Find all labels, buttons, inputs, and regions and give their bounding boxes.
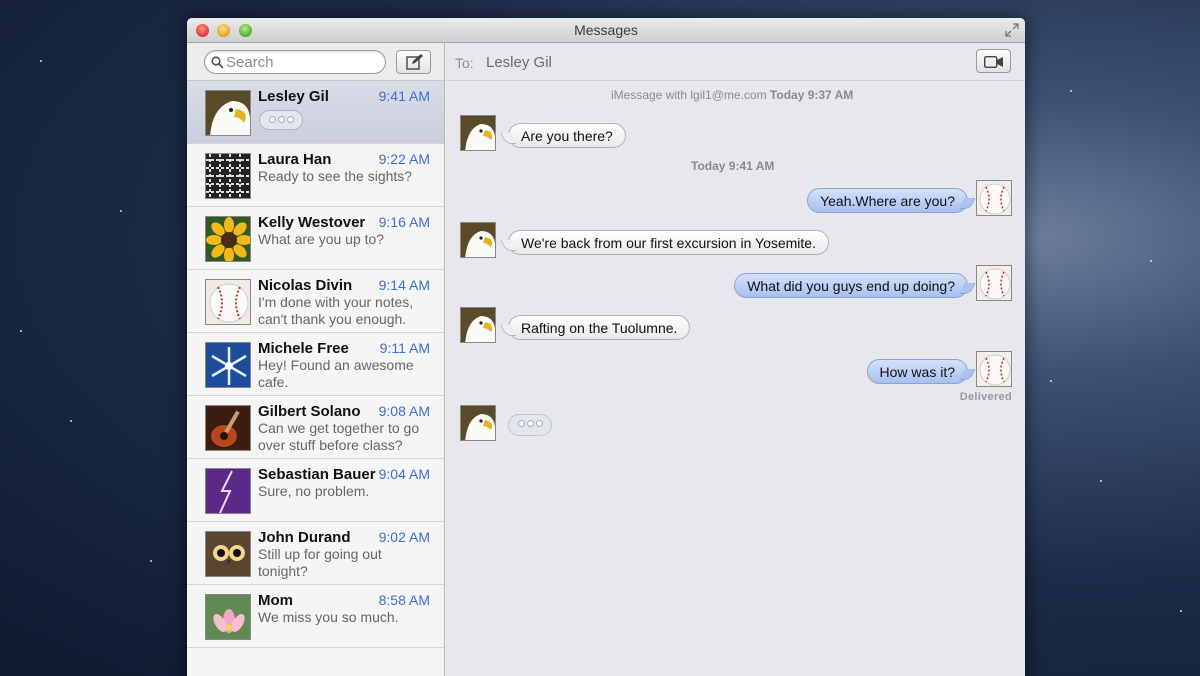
delivered-status: Delivered <box>959 391 1012 403</box>
message-preview: I'm done with your notes, can't thank yo… <box>258 294 414 327</box>
contact-name: Lesley Gil <box>258 88 329 105</box>
minimize-window-button[interactable] <box>217 24 230 37</box>
contact-avatar <box>460 115 496 151</box>
close-window-button[interactable] <box>196 24 209 37</box>
contact-name: Gilbert Solano <box>258 403 361 420</box>
message-time: 9:41 AM <box>378 88 430 104</box>
baseball-avatar <box>205 279 251 325</box>
incoming-message-bubble[interactable]: We're back from our first excursion in Y… <box>508 230 829 255</box>
lotus-avatar <box>205 594 251 640</box>
contact-name: Mom <box>258 592 293 609</box>
video-camera-icon <box>984 56 1003 68</box>
message-timestamp: Today 9:41 AM <box>691 159 775 173</box>
conversation-item[interactable]: Gilbert Solano 9:08 AM Can we get together… <box>187 396 444 459</box>
compose-icon <box>406 54 423 70</box>
message-preview: Ready to see the sights? <box>258 168 413 184</box>
search-field[interactable] <box>204 50 386 74</box>
owl-avatar <box>205 531 251 577</box>
message-time: 9:16 AM <box>378 214 430 230</box>
zoom-window-button[interactable] <box>239 24 252 37</box>
message-time: 9:04 AM <box>378 466 430 482</box>
sidebar-toolbar <box>187 43 444 81</box>
message-preview: Hey! Found an awesome cafe. <box>258 357 414 390</box>
conversation-item[interactable]: Lesley Gil 9:41 AM <box>187 81 444 144</box>
conversation-sidebar: Lesley Gil 9:41 AM Laura Han 9:22 AMReady t… <box>187 43 445 676</box>
my-avatar <box>976 265 1012 301</box>
message-preview: What are you up to? <box>258 231 385 247</box>
conversation-item[interactable]: John Durand 9:02 AM Still up for going out… <box>187 522 444 585</box>
message-preview: Can we get together to go over stuff bef… <box>258 420 420 453</box>
sunflower-avatar <box>205 216 251 262</box>
lightning-avatar <box>205 468 251 514</box>
message-preview: Sure, no problem. <box>258 483 370 499</box>
conversation-header: iMessage with lgil1@me.com Today 9:37 AM <box>611 88 853 102</box>
contact-avatar <box>460 222 496 258</box>
conversation-item[interactable]: Mom 8:58 AM We miss you so much. <box>187 585 444 648</box>
incoming-message-bubble[interactable]: Rafting on the Tuolumne. <box>508 315 691 340</box>
typing-indicator <box>259 110 303 130</box>
conversation-list: Lesley Gil 9:41 AM Laura Han 9:22 AM Ready t… <box>187 81 444 648</box>
title-bar[interactable]: Messages <box>187 18 1025 43</box>
message-preview: We miss you so much. <box>258 609 399 625</box>
snowflake-avatar <box>205 342 251 388</box>
recipient-bar: To: Lesley Gil <box>446 43 1025 81</box>
contact-name: John Durand <box>258 529 351 546</box>
eagle-avatar <box>205 90 251 136</box>
contact-name: Kelly Westover <box>258 214 366 231</box>
outgoing-message-bubble[interactable]: Yeah.Where are you? <box>807 188 968 213</box>
message-time: 8:58 AM <box>378 592 430 608</box>
compose-button[interactable] <box>396 50 431 74</box>
message-time: 9:08 AM <box>378 403 430 419</box>
window-title: Messages <box>574 22 638 38</box>
message-preview: Still up for going out tonight? <box>258 546 382 579</box>
outgoing-message-bubble[interactable]: How was it? <box>866 359 968 384</box>
conversation-item[interactable]: Nicolas Divin 9:14 AM I'm done with your n… <box>187 270 444 333</box>
my-avatar <box>976 351 1012 387</box>
message-time: 9:11 AM <box>379 340 430 356</box>
conversation-item[interactable]: Kelly Westover 9:16 AM What are you up to? <box>187 207 444 270</box>
contact-name: Sebastian Bauer <box>258 466 376 483</box>
message-time: 9:14 AM <box>378 277 430 293</box>
contact-name: Laura Han <box>258 151 332 168</box>
fullscreen-icon[interactable] <box>1005 23 1019 37</box>
contact-name: Nicolas Divin <box>258 277 353 294</box>
messages-window: Messages Lesley Gil 9:41 AM Laura Han 9:22 … <box>187 18 1025 676</box>
texture-avatar <box>205 153 251 199</box>
incoming-message-bubble[interactable]: Are you there? <box>508 123 626 148</box>
my-avatar <box>976 180 1012 216</box>
contact-avatar <box>460 307 496 343</box>
conversation-item[interactable]: Sebastian Bauer 9:04 AM Sure, no problem. <box>187 459 444 522</box>
chat-pane: To: Lesley Gil iMessage with lgil1@me.co… <box>446 43 1025 676</box>
search-input[interactable] <box>226 54 376 71</box>
outgoing-message-bubble[interactable]: What did you guys end up doing? <box>734 273 968 298</box>
conversation-item[interactable]: Laura Han 9:22 AM Ready to see the sights? <box>187 144 444 207</box>
search-icon <box>211 56 224 69</box>
message-time: 9:02 AM <box>378 529 430 545</box>
contact-name: Michele Free <box>258 340 349 357</box>
to-label: To: <box>455 55 474 71</box>
guitar-avatar <box>205 405 251 451</box>
video-call-button[interactable] <box>976 49 1011 73</box>
service-label: iMessage with lgil1@me.com <box>611 88 767 102</box>
recipient-name[interactable]: Lesley Gil <box>486 54 552 71</box>
message-time: 9:22 AM <box>378 151 430 167</box>
conversation-item[interactable]: Michele Free 9:11 AM Hey! Found an awesome… <box>187 333 444 396</box>
typing-indicator <box>508 414 552 436</box>
conversation-start-time: Today 9:37 AM <box>769 88 854 102</box>
contact-avatar <box>460 405 496 441</box>
